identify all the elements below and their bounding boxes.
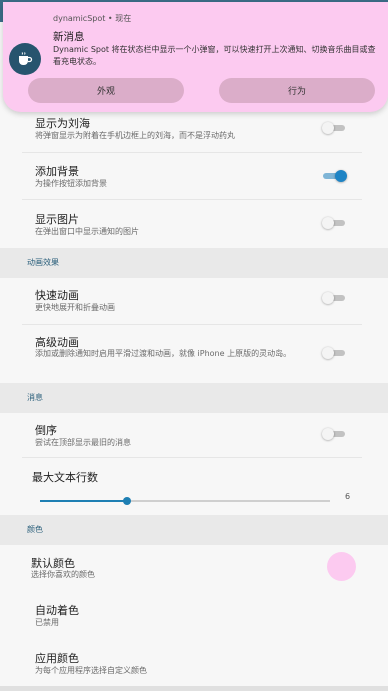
setting-title: 倒序 <box>35 424 57 437</box>
setting-fast-animation[interactable]: 快速动画 更快地展开和折叠动画 <box>0 278 388 324</box>
setting-subtitle: 更快地展开和折叠动画 <box>35 303 115 312</box>
setting-show-image[interactable]: 显示图片 在弹出窗口中显示通知的图片 <box>0 200 388 248</box>
add-background-toggle[interactable] <box>323 170 347 182</box>
setting-subtitle: 选择你喜欢的颜色 <box>31 570 95 579</box>
setting-auto-color[interactable]: 自动着色 已禁用 <box>0 593 388 637</box>
setting-show-as-notch[interactable]: 显示为刘海 将弹窗显示为附着在手机边框上的刘海，而不是浮动药丸 <box>0 112 388 152</box>
setting-title: 显示为刘海 <box>35 117 90 130</box>
max-lines-value: 6 <box>345 492 351 501</box>
notification-app-name: dynamicSpot • 现在 <box>53 14 132 23</box>
default-color-swatch[interactable] <box>327 552 356 581</box>
section-header-label: 颜色 <box>27 525 43 534</box>
show-image-toggle[interactable] <box>322 217 345 229</box>
fast-animation-toggle[interactable] <box>322 292 345 304</box>
setting-subtitle: 将弹窗显示为附着在手机边框上的刘海，而不是浮动药丸 <box>35 131 235 140</box>
max-lines-title: 最大文本行数 <box>32 471 98 484</box>
setting-title: 自动着色 <box>35 604 79 617</box>
setting-app-color[interactable]: 应用颜色 为每个应用程序选择自定义颜色 <box>0 640 388 684</box>
notification-body: Dynamic Spot 将在状态栏中显示一个小弹窗，可以快速打开上次通知、切换… <box>53 45 376 66</box>
section-header-messages: 消息 <box>0 383 388 413</box>
section-header-color: 颜色 <box>0 515 388 545</box>
setting-subtitle: 添加或删除通知时启用平滑过渡和动画，就像 iPhone 上原版的灵动岛。 <box>35 349 292 358</box>
coffee-cup-icon <box>9 43 41 75</box>
setting-title: 添加背景 <box>35 165 79 178</box>
setting-subtitle: 为操作按钮添加背景 <box>35 179 107 188</box>
notification-title: 新消息 <box>53 31 85 43</box>
appearance-button[interactable]: 外观 <box>28 78 184 103</box>
bottom-edge <box>0 686 388 691</box>
setting-title: 快速动画 <box>35 289 79 302</box>
setting-advanced-animation[interactable]: 高级动画 添加或删除通知时启用平滑过渡和动画，就像 iPhone 上原版的灵动岛… <box>0 325 388 383</box>
setting-subtitle: 尝试在顶部显示最旧的消息 <box>35 438 131 447</box>
notification-popup[interactable]: dynamicSpot • 现在 新消息 Dynamic Spot 将在状态栏中… <box>3 2 388 112</box>
setting-subtitle: 已禁用 <box>35 618 59 627</box>
setting-reverse-order[interactable]: 倒序 尝试在顶部显示最旧的消息 <box>0 413 388 457</box>
setting-title: 应用颜色 <box>35 652 79 665</box>
setting-subtitle: 为每个应用程序选择自定义颜色 <box>35 666 147 675</box>
divider <box>22 457 362 458</box>
show-as-notch-toggle[interactable] <box>322 122 345 134</box>
behavior-button[interactable]: 行为 <box>219 78 375 103</box>
max-lines-slider[interactable] <box>40 496 330 506</box>
section-header-animation: 动画效果 <box>0 248 388 278</box>
setting-subtitle: 在弹出窗口中显示通知的图片 <box>35 227 139 236</box>
section-header-label: 动画效果 <box>27 258 59 267</box>
slider-thumb[interactable] <box>123 497 131 505</box>
advanced-animation-toggle[interactable] <box>322 347 345 359</box>
setting-title: 显示图片 <box>35 213 79 226</box>
setting-add-background[interactable]: 添加背景 为操作按钮添加背景 <box>0 153 388 199</box>
reverse-order-toggle[interactable] <box>322 428 345 440</box>
section-header-label: 消息 <box>27 393 43 402</box>
